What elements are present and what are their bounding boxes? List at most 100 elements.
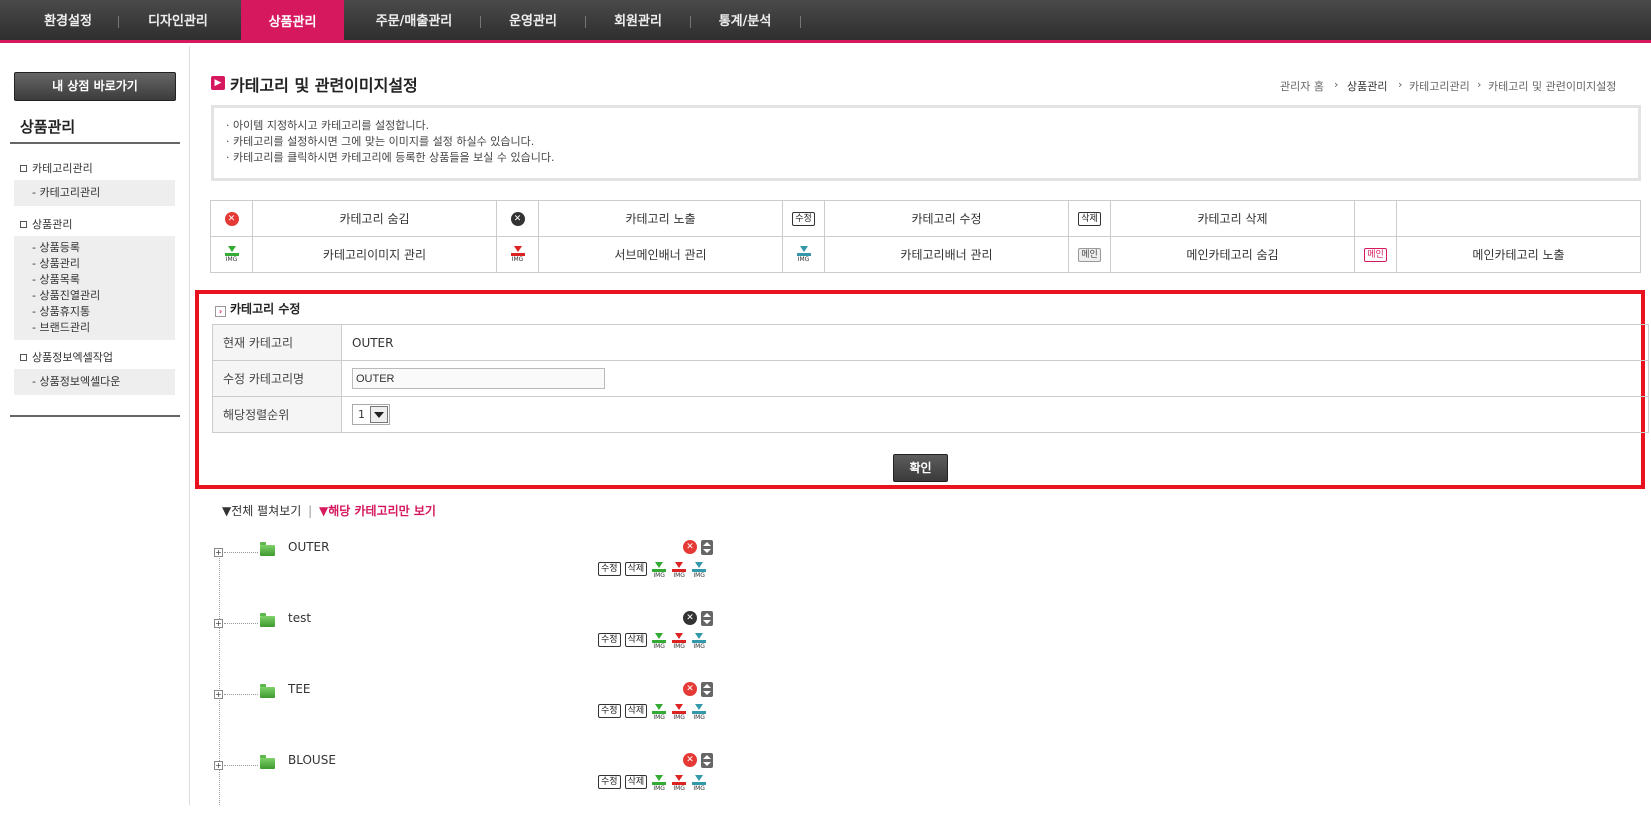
expand-icon[interactable]: + <box>214 761 223 770</box>
sidebar-item-product-manage[interactable]: - 상품관리 <box>14 256 175 272</box>
current-only-link[interactable]: ▼해당 카테고리만 보기 <box>319 504 436 518</box>
nav-operations[interactable]: 운영관리 <box>483 4 583 40</box>
sidebar-submenu: - 상품정보엑셀다운 <box>14 369 175 395</box>
delete-button[interactable]: 삭제 <box>624 775 648 789</box>
folder-icon <box>260 684 275 698</box>
nav-members[interactable]: 회원관리 <box>588 4 688 40</box>
legend-icon-cell: 삭제 <box>1068 200 1111 237</box>
toggle-divider: | <box>308 504 313 518</box>
delete-icon: 삭제 <box>1078 211 1101 226</box>
sidebar-group-category[interactable]: 카테고리관리 <box>20 160 93 176</box>
category-name-link[interactable]: BLOUSE <box>288 753 336 767</box>
sub-main-banner-icon[interactable]: IMG <box>671 704 687 722</box>
category-image-icon[interactable]: IMG <box>651 704 667 722</box>
sidebar: 내 상점 바로가기 상품관리 카테고리관리 - 카테고리관리 상품관리 - 상품… <box>0 46 190 805</box>
legend-label: 카테고리 노출 <box>538 200 783 237</box>
sidebar-item-product-trash[interactable]: - 상품휴지통 <box>14 304 175 320</box>
sidebar-item-product-list[interactable]: - 상품목록 <box>14 272 175 288</box>
show-category-icon[interactable]: ✕ <box>683 611 697 625</box>
sub-main-banner-icon[interactable]: IMG <box>671 562 687 580</box>
tree-line <box>224 694 258 695</box>
form-row: 수정 카테고리명 <box>212 360 1649 397</box>
category-name-link[interactable]: OUTER <box>288 540 329 554</box>
breadcrumb-products[interactable]: 상품관리 <box>1347 78 1387 94</box>
sidebar-item-product-register[interactable]: - 상품등록 <box>14 240 175 256</box>
tree-node: + BLOUSE ✕ 수정 삭제 IMG IMG IMG <box>214 753 734 819</box>
sidebar-item-brand-manage[interactable]: - 브랜드관리 <box>14 320 175 336</box>
sidebar-item-excel-download[interactable]: - 상품정보엑셀다운 <box>14 374 175 390</box>
delete-button[interactable]: 삭제 <box>624 633 648 647</box>
sort-order-select[interactable]: 1 <box>352 404 390 425</box>
legend-icon-cell: ✕ <box>210 200 253 237</box>
category-banner-icon[interactable]: IMG <box>691 704 707 722</box>
edit-button[interactable]: 수정 <box>598 633 621 647</box>
sub-main-banner-icon[interactable]: IMG <box>671 633 687 651</box>
hide-category-icon[interactable]: ✕ <box>683 540 697 554</box>
chevron-down-icon[interactable] <box>370 406 388 423</box>
sort-arrows-icon[interactable] <box>701 540 713 555</box>
category-edit-panel: › 카테고리 수정 현재 카테고리 OUTER 수정 카테고리명 해당정렬순위 1… <box>195 290 1649 489</box>
edit-button[interactable]: 수정 <box>598 562 621 576</box>
sort-arrows-icon[interactable] <box>701 611 713 626</box>
sidebar-group-excel[interactable]: 상품정보엑셀작업 <box>20 349 113 365</box>
form-row: 현재 카테고리 OUTER <box>212 324 1649 361</box>
category-image-icon[interactable]: IMG <box>651 633 667 651</box>
category-name-link[interactable]: test <box>288 611 311 625</box>
legend-label: 카테고리 숨김 <box>252 200 497 237</box>
category-name-input[interactable] <box>352 368 605 389</box>
sidebar-submenu: - 상품등록 - 상품관리 - 상품목록 - 상품진열관리 - 상품휴지통 - … <box>14 236 175 340</box>
confirm-button[interactable]: 확인 <box>893 454 948 482</box>
info-line: · 카테고리를 클릭하시면 카테고리에 등록한 상품들을 보실 수 있습니다. <box>226 151 555 164</box>
category-image-icon[interactable]: IMG <box>651 775 667 793</box>
category-banner-icon[interactable]: IMG <box>691 775 707 793</box>
expand-all-link[interactable]: ▼전체 펼쳐보기 <box>222 504 301 518</box>
legend-icon-cell: 메인 <box>1354 236 1397 273</box>
legend-label: 카테고리이미지 관리 <box>252 236 497 273</box>
breadcrumb-home[interactable]: 관리자 홈 <box>1280 78 1324 94</box>
nav-products[interactable]: 상품관리 <box>241 0 344 41</box>
top-nav: 환경설정 디자인관리 상품관리 주문/매출관리 운영관리 회원관리 통계/분석 <box>0 0 1651 43</box>
tree-line <box>224 552 258 553</box>
icon-legend-table: ✕ 카테고리 숨김 ✕ 카테고리 노출 수정 카테고리 수정 삭제 카테고리 삭… <box>210 200 1641 273</box>
sidebar-group-products[interactable]: 상품관리 <box>20 216 72 232</box>
nav-statistics[interactable]: 통계/분석 <box>693 4 797 40</box>
edit-button[interactable]: 수정 <box>598 704 621 718</box>
sidebar-item-category-manage[interactable]: - 카테고리관리 <box>14 185 175 201</box>
legend-row: ✕ 카테고리 숨김 ✕ 카테고리 노출 수정 카테고리 수정 삭제 카테고리 삭… <box>210 200 1641 237</box>
category-banner-icon[interactable]: IMG <box>691 633 707 651</box>
sidebar-divider <box>10 415 180 417</box>
category-name-link[interactable]: TEE <box>288 682 311 696</box>
folder-icon <box>260 613 275 627</box>
main-show-icon: 메인 <box>1364 247 1387 262</box>
sub-main-banner-icon[interactable]: IMG <box>671 775 687 793</box>
delete-button[interactable]: 삭제 <box>624 562 648 576</box>
info-line: · 아이템 지정하시고 카테고리를 설정합니다. <box>226 119 430 132</box>
edit-icon: 수정 <box>792 211 815 226</box>
tree-line <box>224 623 258 624</box>
sort-arrows-icon[interactable] <box>701 753 713 768</box>
expand-icon[interactable]: + <box>214 690 223 699</box>
nav-orders[interactable]: 주문/매출관리 <box>352 4 476 40</box>
node-actions-bottom: 수정 삭제 IMG IMG IMG <box>598 562 707 580</box>
legend-empty-cell <box>1354 200 1397 237</box>
nav-env-settings[interactable]: 환경설정 <box>18 4 118 40</box>
tree-node: + test ✕ 수정 삭제 IMG IMG IMG <box>214 611 734 677</box>
node-actions-bottom: 수정 삭제 IMG IMG IMG <box>598 775 707 793</box>
hide-category-icon[interactable]: ✕ <box>683 753 697 767</box>
legend-row: IMG 카테고리이미지 관리 IMG 서브메인배너 관리 IMG 카테고리배너 … <box>210 236 1641 273</box>
sort-order-cell: 1 <box>341 396 1649 433</box>
sidebar-item-product-display[interactable]: - 상품진열관리 <box>14 288 175 304</box>
nav-design[interactable]: 디자인관리 <box>120 4 236 40</box>
category-banner-icon[interactable]: IMG <box>691 562 707 580</box>
expand-icon[interactable]: + <box>214 548 223 557</box>
my-store-button[interactable]: 내 상점 바로가기 <box>14 72 176 101</box>
expand-icon[interactable]: + <box>214 619 223 628</box>
main-hide-icon: 메인 <box>1078 247 1101 262</box>
delete-button[interactable]: 삭제 <box>624 704 648 718</box>
sort-arrows-icon[interactable] <box>701 682 713 697</box>
edit-button[interactable]: 수정 <box>598 775 621 789</box>
breadcrumb-category-manage[interactable]: 카테고리관리 <box>1409 78 1470 94</box>
nav-separator <box>585 16 586 28</box>
hide-category-icon[interactable]: ✕ <box>683 682 697 696</box>
category-image-icon[interactable]: IMG <box>651 562 667 580</box>
